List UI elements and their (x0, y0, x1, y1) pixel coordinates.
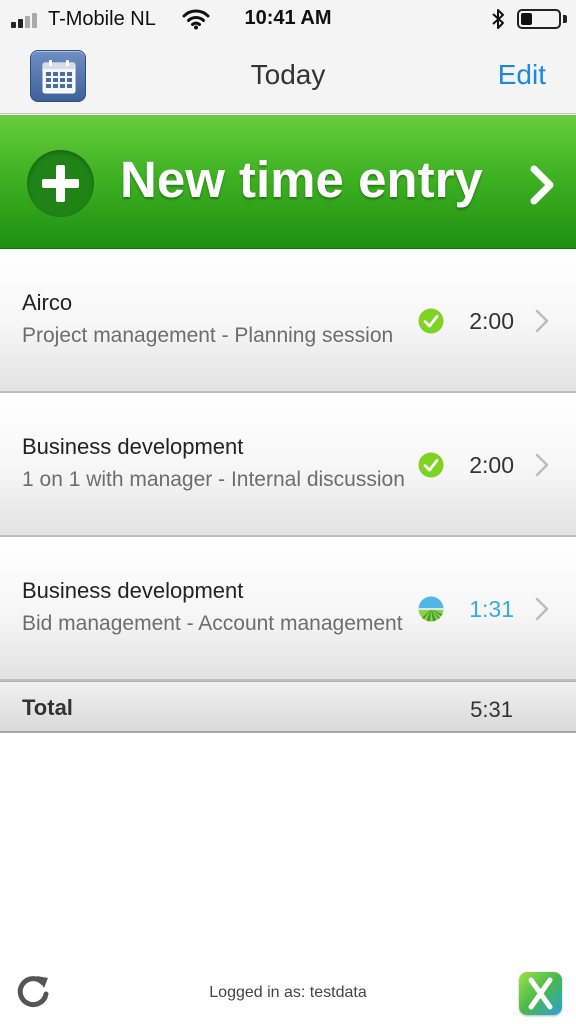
chevron-right-icon (535, 453, 549, 477)
bluetooth-icon (492, 9, 504, 29)
entry-title: Business development (22, 578, 244, 603)
time-entry-row[interactable]: Airco Project management - Planning sess… (0, 249, 576, 393)
edit-button[interactable]: Edit (498, 59, 546, 91)
time-entry-row[interactable]: Business development 1 on 1 with manager… (0, 393, 576, 537)
time-entry-row[interactable]: Business development Bid management - Ac… (0, 537, 576, 681)
entry-duration: 2:00 (469, 308, 514, 334)
logged-in-status: Logged in as: testdata (209, 984, 367, 1001)
battery-fill (521, 13, 532, 25)
chevron-right-icon (535, 309, 549, 333)
battery-tip (563, 15, 567, 23)
entry-subtitle: 1 on 1 with manager - Internal discussio… (22, 468, 405, 491)
entry-duration: 2:00 (469, 452, 514, 478)
approved-check-icon (418, 308, 444, 334)
chevron-right-icon (530, 165, 554, 205)
total-value: 5:31 (470, 697, 513, 722)
battery-icon (517, 9, 561, 29)
chevron-right-icon (535, 597, 549, 621)
entry-subtitle: Bid management - Account management (22, 612, 403, 635)
new-time-entry-button[interactable]: New time entry (0, 115, 576, 249)
page-title: Today (250, 59, 326, 90)
navigation-bar: Today Edit (0, 40, 576, 114)
entry-subtitle: Project management - Planning session (22, 324, 394, 347)
entry-duration: 1:31 (469, 596, 514, 622)
status-bar: T-Mobile NL 10:41 AM (0, 0, 576, 40)
new-time-entry-label: New time entry (120, 151, 483, 208)
running-timer-icon (418, 596, 444, 622)
entry-title: Business development (22, 434, 244, 459)
total-row: Total 5:31 (0, 681, 576, 733)
app-logo-icon[interactable] (519, 972, 562, 1015)
entry-title: Airco (22, 290, 73, 315)
time-entry-list: Airco Project management - Planning sess… (0, 249, 576, 681)
plus-circle-icon (27, 150, 94, 217)
total-label: Total (22, 695, 73, 720)
approved-check-icon (418, 452, 444, 478)
